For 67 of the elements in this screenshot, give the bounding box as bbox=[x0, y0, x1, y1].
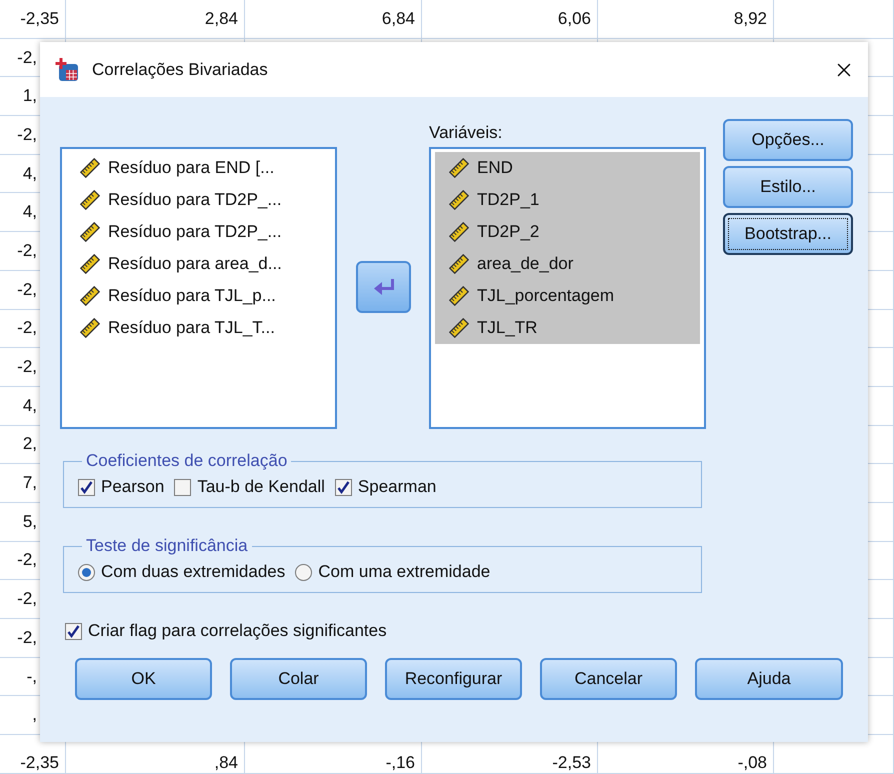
table-cell: 1, bbox=[22, 86, 37, 106]
table-cell: -,16 bbox=[386, 752, 415, 773]
checkbox[interactable] bbox=[174, 478, 192, 496]
checkbox[interactable] bbox=[65, 622, 82, 640]
table-cell: , bbox=[32, 705, 37, 726]
table-cell: -2, bbox=[17, 240, 37, 261]
dialog-button[interactable]: Colar bbox=[230, 658, 367, 700]
table-cell: 5, bbox=[22, 512, 37, 532]
dialog-button[interactable]: Cancelar bbox=[540, 658, 677, 700]
list-item[interactable]: TJL_TR bbox=[435, 312, 700, 344]
table-cell: 4, bbox=[22, 396, 37, 416]
list-item[interactable]: Resíduo para TJL_p... bbox=[66, 280, 331, 312]
table-cell: -,08 bbox=[738, 752, 767, 773]
list-label: Variáveis: bbox=[429, 122, 504, 144]
dialog-button[interactable]: Reconfigurar bbox=[385, 658, 522, 700]
arrow-icon bbox=[372, 278, 394, 296]
table-cell: -2,35 bbox=[20, 8, 59, 29]
radio-button[interactable] bbox=[295, 564, 312, 580]
list-item[interactable]: TJL_porcentagem bbox=[435, 280, 700, 312]
checkbox[interactable] bbox=[78, 478, 95, 496]
list-item[interactable]: Resíduo para area_d... bbox=[66, 248, 331, 280]
table-cell: 6,06 bbox=[558, 8, 591, 29]
dialog-button[interactable]: Estilo... bbox=[723, 166, 853, 208]
list-item[interactable]: area_de_dor bbox=[435, 248, 700, 280]
group-title: Teste de significância bbox=[85, 536, 249, 556]
table-cell: -2, bbox=[17, 48, 37, 68]
checkbox-label: Criar flag para correlações significantes bbox=[88, 621, 387, 641]
dialog-button[interactable]: Bootstrap... bbox=[723, 213, 853, 255]
table-cell: 8,92 bbox=[734, 8, 767, 29]
dialog-button[interactable]: Ajuda bbox=[695, 658, 843, 700]
table-cell: 2, bbox=[22, 434, 37, 454]
table-icon bbox=[54, 56, 80, 82]
table-cell: -2, bbox=[17, 280, 37, 300]
table-cell: 2,84 bbox=[204, 8, 238, 29]
table-cell: 7, bbox=[22, 473, 37, 494]
list-item[interactable]: Resíduo para TJL_T... bbox=[66, 312, 331, 344]
table-cell: -2, bbox=[17, 124, 37, 145]
table-cell: -2, bbox=[17, 589, 37, 610]
checkbox-label: Tau-b de Kendall bbox=[197, 477, 325, 497]
table-cell: 4, bbox=[22, 164, 37, 184]
list-item[interactable]: TD2P_2 bbox=[435, 216, 700, 248]
list-item[interactable]: END bbox=[435, 152, 700, 184]
table-cell: -2, bbox=[17, 550, 37, 570]
group-title: Coeficientes de correlação bbox=[85, 451, 288, 471]
dialog-button[interactable]: Opções... bbox=[723, 119, 853, 161]
checkbox[interactable] bbox=[334, 478, 352, 496]
move-button[interactable] bbox=[356, 260, 411, 312]
radio-label: Com uma extremidade bbox=[318, 562, 490, 582]
table-cell: -2, bbox=[17, 318, 37, 338]
radio-button[interactable] bbox=[78, 564, 95, 580]
window-title: Correlações Bivariadas bbox=[92, 60, 269, 80]
table-cell: 6,84 bbox=[382, 8, 415, 29]
list-item[interactable]: Resíduo para END [... bbox=[66, 152, 331, 184]
table-cell: -, bbox=[26, 666, 37, 687]
list-item[interactable]: Resíduo para TD2P_... bbox=[66, 184, 331, 216]
table-cell: -2, bbox=[17, 628, 37, 648]
list-item[interactable]: TD2P_1 bbox=[435, 184, 700, 216]
table-cell: -2,53 bbox=[552, 752, 591, 773]
radio-label: Com duas extremidades bbox=[101, 562, 286, 582]
list-item[interactable]: Resíduo para TD2P_... bbox=[66, 216, 331, 248]
checkbox-label: Spearman bbox=[358, 477, 436, 497]
dialog-button[interactable]: OK bbox=[75, 658, 212, 700]
table-cell: -2,35 bbox=[20, 752, 59, 773]
checkbox-label: Pearson bbox=[101, 477, 164, 497]
table-cell: 4, bbox=[22, 202, 37, 222]
table-cell: ,84 bbox=[214, 752, 238, 773]
table-cell: -2, bbox=[17, 357, 37, 378]
